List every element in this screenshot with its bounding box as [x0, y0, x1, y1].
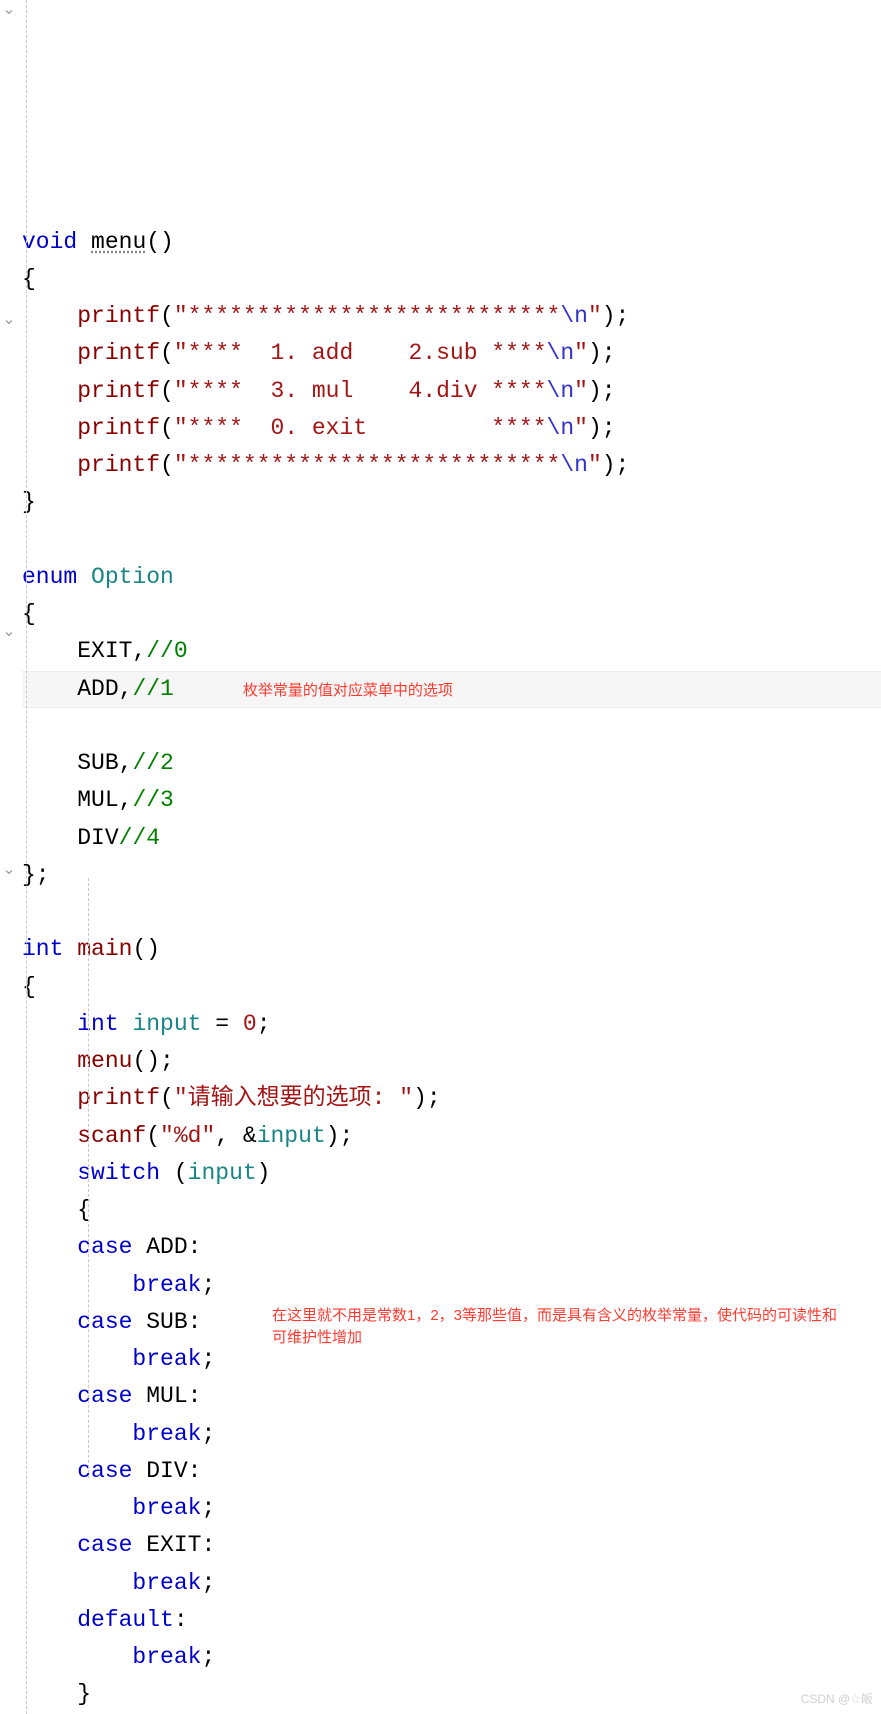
- line: void menu(): [22, 229, 174, 255]
- line: enum Option: [22, 564, 174, 590]
- line: DIV//4: [22, 825, 160, 851]
- line: printf("***************************\n");: [22, 452, 629, 478]
- line: scanf("%d", &input);: [22, 1123, 353, 1149]
- line: {: [22, 601, 36, 627]
- line: printf("请输入想要的选项: ");: [22, 1085, 441, 1111]
- annotation-2: 在这里就不用是常数1，2，3等那些值，而是具有含义的枚举常量，使代码的可读性和可…: [272, 1305, 852, 1350]
- line: break;: [22, 1644, 215, 1670]
- line: {: [22, 1197, 91, 1223]
- annotation-1: 枚举常量的值对应菜单中的选项: [243, 682, 453, 699]
- kw-enum: enum: [22, 564, 77, 590]
- line: break;: [22, 1272, 215, 1298]
- line: switch (input): [22, 1160, 270, 1186]
- line: case EXIT:: [22, 1532, 215, 1558]
- fn-menu: menu: [91, 229, 146, 255]
- line: }: [22, 489, 36, 515]
- fold-mark-icon[interactable]: ⌄: [2, 624, 16, 640]
- line: SUB,//2: [22, 750, 174, 776]
- line: case MUL:: [22, 1383, 201, 1409]
- fold-mark-icon[interactable]: ⌄: [2, 312, 16, 328]
- fold-mark-icon[interactable]: ⌄: [2, 862, 16, 878]
- line: default:: [22, 1607, 188, 1633]
- fn-printf: printf: [77, 303, 160, 329]
- line: {: [22, 266, 36, 292]
- line: menu();: [22, 1048, 174, 1074]
- line: }: [22, 1681, 91, 1707]
- line: break;: [22, 1570, 215, 1596]
- line: EXIT,//0: [22, 638, 188, 664]
- line: MUL,//3: [22, 787, 174, 813]
- watermark: CSDN @☆皈: [801, 1690, 873, 1709]
- line: {: [22, 974, 36, 1000]
- line: printf("**** 3. mul 4.div ****\n");: [22, 378, 616, 404]
- line: int main(): [22, 936, 160, 962]
- line: printf("**** 0. exit ****\n");: [22, 415, 616, 441]
- line: int input = 0;: [22, 1011, 271, 1037]
- line: printf("**** 1. add 2.sub ****\n");: [22, 340, 616, 366]
- enum-name: Option: [91, 564, 174, 590]
- fold-mark-icon[interactable]: ⌄: [2, 2, 16, 18]
- kw-int: int: [22, 936, 63, 962]
- line: case DIV:: [22, 1458, 201, 1484]
- line: case SUB:在这里就不用是常数1，2，3等那些值，而是具有含义的枚举常量，…: [22, 1309, 201, 1335]
- line: break;: [22, 1421, 215, 1447]
- kw-switch: switch: [77, 1160, 160, 1186]
- fn-main: main: [77, 936, 132, 962]
- line: break;: [22, 1495, 215, 1521]
- kw-void: void: [22, 229, 77, 255]
- fold-gutter: ⌄ ⌄ ⌄ ⌄: [0, 0, 18, 1714]
- line: printf("***************************\n");: [22, 303, 629, 329]
- code-block: ⌄ ⌄ ⌄ ⌄ void menu() { printf("**********…: [0, 0, 881, 1714]
- line: break;: [22, 1346, 215, 1372]
- highlight-line: ADD,//1 枚举常量的值对应菜单中的选项: [22, 671, 881, 708]
- line: case ADD:: [22, 1234, 201, 1260]
